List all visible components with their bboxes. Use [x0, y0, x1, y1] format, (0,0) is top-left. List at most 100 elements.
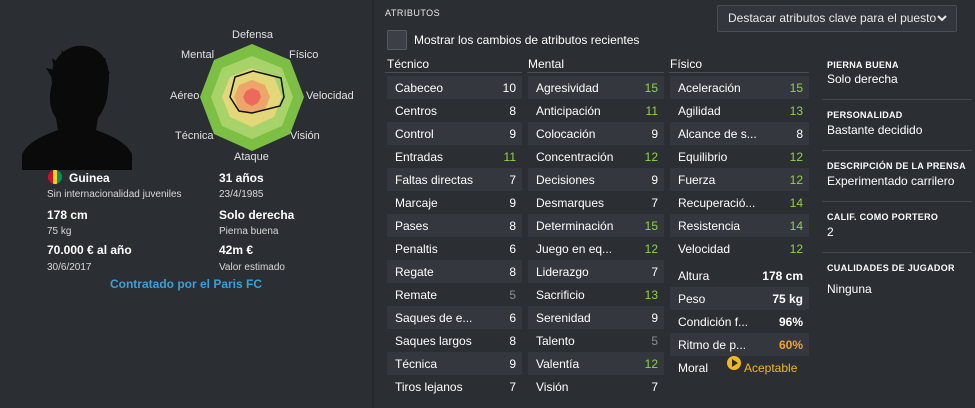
attribute-row[interactable]: Serenidad 9: [528, 306, 664, 329]
attribute-row[interactable]: Alcance de s... 8: [670, 122, 809, 145]
attribute-name: Decisiones: [536, 173, 595, 187]
attribute-row[interactable]: Talento 5: [528, 329, 664, 352]
attribute-name: Saques de e...: [395, 311, 473, 325]
attribute-value: 15: [789, 81, 803, 95]
player-height: 178 cm: [47, 208, 88, 222]
attribute-value: 9: [651, 127, 658, 141]
attribute-row[interactable]: Anticipación 11: [528, 99, 664, 122]
attribute-row[interactable]: Aceleración 15: [670, 76, 809, 99]
attribute-row[interactable]: Valentía 12: [528, 352, 664, 375]
attribute-row[interactable]: Altura 178 cm: [670, 264, 809, 287]
attribute-row[interactable]: Sacrificio 13: [528, 283, 664, 306]
attribute-name: Entradas: [395, 150, 444, 164]
attribute-name: Anticipación: [536, 104, 601, 118]
attribute-name: Visión: [536, 380, 569, 394]
attribute-value: 5: [509, 288, 516, 302]
preferred-foot-label: Pierna buena: [219, 226, 279, 237]
attribute-name: Pases: [395, 219, 429, 233]
player-silhouette-avatar: [22, 45, 132, 170]
attribute-value: 15: [644, 81, 658, 95]
recent-changes-label[interactable]: Mostrar los cambios de atributos recient…: [414, 33, 639, 47]
personality-value: Bastante decidido: [827, 123, 923, 137]
attribute-row[interactable]: Faltas directas 7: [387, 168, 522, 191]
attribute-value: 9: [509, 196, 516, 210]
attribute-row[interactable]: Resistencia 14: [670, 214, 809, 237]
attribute-value: 8: [509, 219, 516, 233]
attribute-row[interactable]: Visión 7: [528, 375, 664, 398]
attribute-row[interactable]: Agresividad 15: [528, 76, 664, 99]
attribute-value: 10: [502, 81, 516, 95]
highlight-key-attributes-dropdown[interactable]: Destacar atributos clave para el puesto: [717, 5, 957, 32]
column-divider-tecnico: [385, 72, 522, 73]
attribute-value: 6: [509, 311, 516, 325]
goalkeeper-rating-title: CALIF. COMO PORTERO: [827, 212, 939, 222]
attribute-value: 12: [789, 173, 803, 187]
attribute-name: Colocación: [536, 127, 596, 141]
attribute-row[interactable]: Decisiones 9: [528, 168, 664, 191]
column-header-mental: Mental: [528, 57, 565, 71]
attribute-row[interactable]: Saques de e... 6: [387, 306, 522, 329]
attribute-row[interactable]: Desmarques 7: [528, 191, 664, 214]
attribute-name: Moral: [678, 361, 709, 375]
attribute-row[interactable]: Cabeceo 10: [387, 76, 522, 99]
attribute-row[interactable]: Concentración 12: [528, 145, 664, 168]
attribute-value: 5: [651, 334, 658, 348]
attribute-value: 75 kg: [772, 292, 803, 306]
attribute-row[interactable]: Velocidad 12: [670, 237, 809, 260]
attribute-row[interactable]: Control 9: [387, 122, 522, 145]
attribute-row[interactable]: Técnica 9: [387, 352, 522, 375]
attribute-row[interactable]: Regate 8: [387, 260, 522, 283]
column-divider-mental: [527, 72, 664, 73]
column-divider-fisico: [669, 72, 809, 73]
attribute-row[interactable]: Liderazgo 7: [528, 260, 664, 283]
attribute-row[interactable]: Entradas 11: [387, 145, 522, 168]
attribute-name: Faltas directas: [395, 173, 474, 187]
player-birth-date: 23/4/1985: [219, 189, 264, 200]
attribute-value: 9: [509, 127, 516, 141]
attribute-name: Remate: [395, 288, 438, 302]
attribute-row[interactable]: Saques largos 8: [387, 329, 522, 352]
attribute-name: Ritmo de p...: [678, 338, 747, 352]
attribute-value: 11: [503, 150, 516, 164]
attribute-value: 7: [509, 173, 516, 187]
player-value-label: Valor estimado: [219, 262, 285, 273]
attribute-row[interactable]: Peso 75 kg: [670, 287, 809, 310]
attribute-row[interactable]: Colocación 9: [528, 122, 664, 145]
attribute-name: Saques largos: [395, 334, 472, 348]
attribute-row[interactable]: Condición f... 96%: [670, 310, 809, 333]
attribute-name: Talento: [536, 334, 575, 348]
attribute-row[interactable]: Centros 8: [387, 99, 522, 122]
attribute-value: 12: [789, 150, 803, 164]
attribute-value: 14: [789, 196, 803, 210]
attribute-row[interactable]: Recuperació... 14: [670, 191, 809, 214]
attribute-row[interactable]: Marcaje 9: [387, 191, 522, 214]
attribute-row[interactable]: Agilidad 13: [670, 99, 809, 122]
attribute-row[interactable]: Ritmo de p... 60%: [670, 333, 809, 356]
attribute-row[interactable]: Fuerza 12: [670, 168, 809, 191]
chevron-down-icon: [936, 6, 948, 40]
attribute-row[interactable]: Pases 8: [387, 214, 522, 237]
attribute-name: Agresividad: [536, 81, 599, 95]
attribute-row[interactable]: Tiros lejanos 7: [387, 375, 522, 398]
attribute-value: 7: [509, 380, 516, 394]
attribute-name: Agilidad: [678, 104, 721, 118]
attribute-name: Peso: [678, 292, 706, 306]
recent-changes-checkbox[interactable]: [387, 30, 407, 50]
attribute-value: 15: [644, 219, 658, 233]
contract-status-link[interactable]: Contratado por el Paris FC: [0, 277, 372, 291]
guinea-flag-icon: [48, 170, 62, 184]
attribute-row[interactable]: Penaltis 6: [387, 237, 522, 260]
side-divider: [822, 99, 972, 100]
attribute-row[interactable]: Determinación 15: [528, 214, 664, 237]
attribute-radar-chart: [200, 44, 304, 151]
player-value: 42m €: [219, 243, 254, 257]
attribute-row[interactable]: Juego en eq... 12: [528, 237, 664, 260]
attribute-row[interactable]: Equilibrio 12: [670, 145, 809, 168]
attribute-value: 9: [651, 173, 658, 187]
attribute-row[interactable]: Remate 5: [387, 283, 522, 306]
panel-divider: [372, 0, 374, 408]
attribute-name: Fuerza: [678, 173, 716, 187]
preferred-foot: Solo derecha: [219, 208, 295, 222]
attribute-value: 8: [509, 104, 516, 118]
attribute-name: Determinación: [536, 219, 614, 233]
